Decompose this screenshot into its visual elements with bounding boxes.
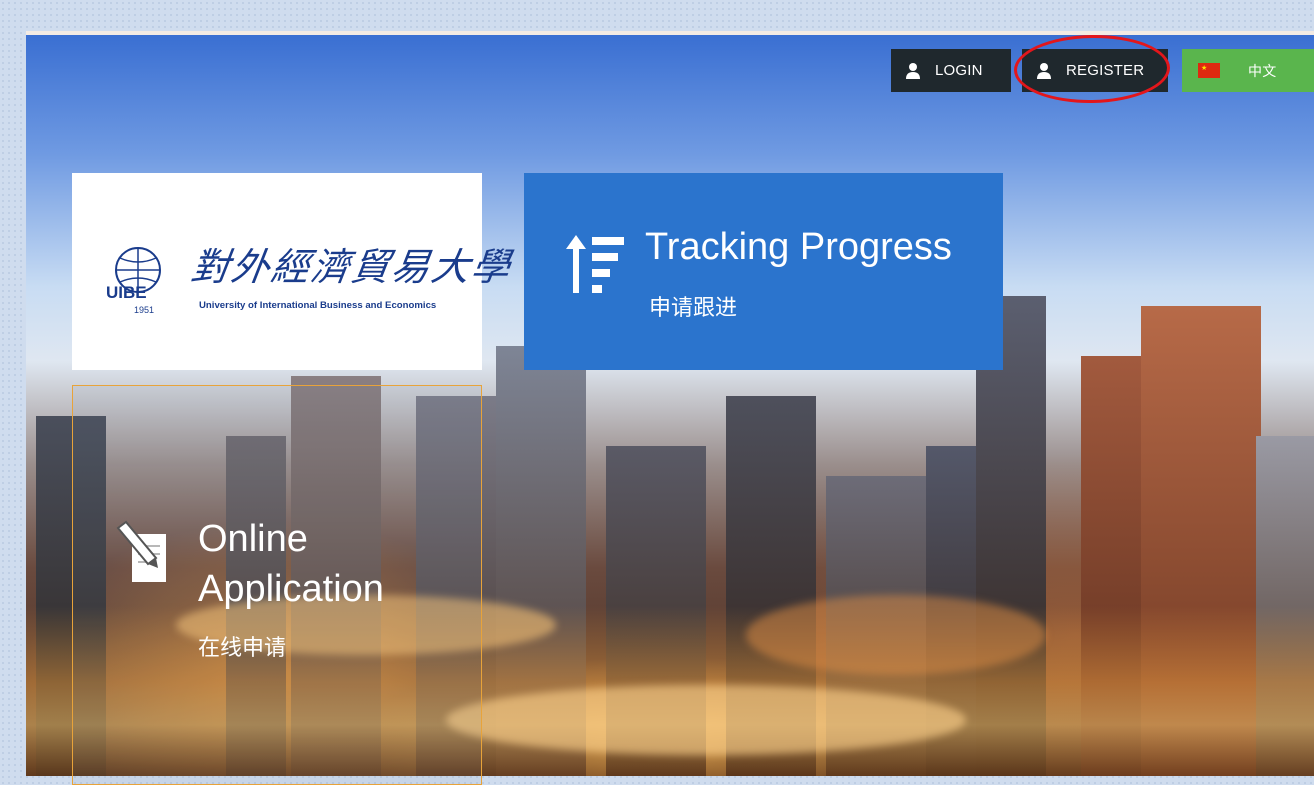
china-flag-icon: ★ xyxy=(1198,63,1220,78)
tracking-title: Tracking Progress xyxy=(645,226,952,268)
university-english-name: University of International Business and… xyxy=(199,300,437,311)
edit-document-icon xyxy=(116,520,166,582)
university-seal-icon: UIBE 1951 xyxy=(106,247,161,315)
language-label: 中文 xyxy=(1248,62,1277,79)
city-glow xyxy=(446,685,966,755)
language-button[interactable]: ★ 中文 xyxy=(1182,49,1314,92)
user-icon xyxy=(906,62,920,79)
login-label: LOGIN xyxy=(935,62,983,79)
seal-year: 1951 xyxy=(134,305,154,315)
application-subtitle: 在线申请 xyxy=(198,635,287,660)
sort-ascending-icon xyxy=(566,235,624,293)
seal-letters: UIBE xyxy=(106,283,147,302)
city-glow xyxy=(746,595,1046,675)
application-title: Online Application xyxy=(198,518,384,610)
tracking-subtitle: 申请跟进 xyxy=(649,295,738,320)
login-button[interactable]: LOGIN xyxy=(891,49,1011,92)
university-chinese-name: 對外經濟貿易大學 xyxy=(188,245,515,289)
